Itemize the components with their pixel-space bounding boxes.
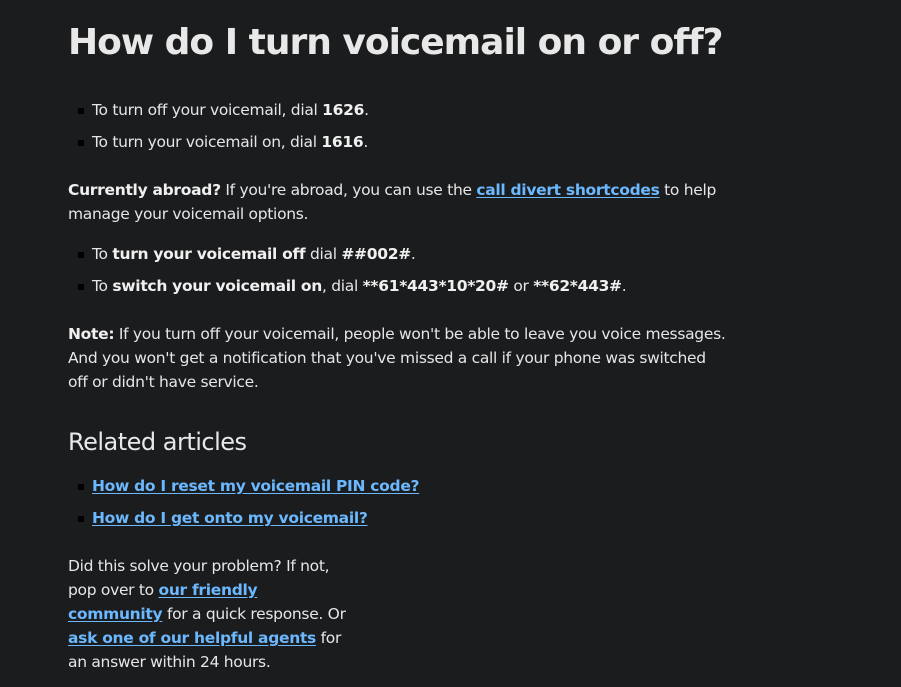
square-bullet-icon	[78, 284, 84, 290]
helpful-agents-link[interactable]: ask one of our helpful agents	[68, 629, 316, 647]
list-item: How do I get onto my voicemail?	[68, 506, 728, 538]
related-articles-heading: Related articles	[68, 428, 247, 456]
call-divert-shortcodes-link[interactable]: call divert shortcodes	[476, 181, 659, 199]
list-item: To turn your voicemail on, dial 1616.	[68, 130, 728, 162]
help-paragraph: Did this solve your problem? If not, pop…	[68, 557, 346, 671]
basic-code-list: To turn off your voicemail, dial 1626. T…	[68, 98, 728, 162]
list-item: To turn off your voicemail, dial 1626.	[68, 98, 728, 130]
list-item: To turn your voicemail off dial ##002#.	[68, 242, 728, 274]
list-item: How do I reset my voicemail PIN code?	[68, 474, 728, 506]
square-bullet-icon	[78, 516, 84, 522]
square-bullet-icon	[78, 484, 84, 490]
reset-voicemail-pin-link[interactable]: How do I reset my voicemail PIN code?	[92, 477, 420, 495]
abroad-paragraph: Currently abroad? If you're abroad, you …	[68, 181, 717, 223]
abroad-code-list: To turn your voicemail off dial ##002#. …	[68, 242, 728, 306]
note-paragraph: Note: If you turn off your voicemail, pe…	[68, 325, 726, 391]
page-title: How do I turn voicemail on or off?	[68, 22, 724, 63]
article-page: How do I turn voicemail on or off? To tu…	[0, 0, 901, 687]
square-bullet-icon	[78, 252, 84, 258]
get-onto-voicemail-link[interactable]: How do I get onto my voicemail?	[92, 509, 368, 527]
square-bullet-icon	[78, 108, 84, 114]
list-item: To switch your voicemail on, dial **61*4…	[68, 274, 728, 306]
square-bullet-icon	[78, 140, 84, 146]
related-articles-list: How do I reset my voicemail PIN code? Ho…	[68, 474, 728, 538]
